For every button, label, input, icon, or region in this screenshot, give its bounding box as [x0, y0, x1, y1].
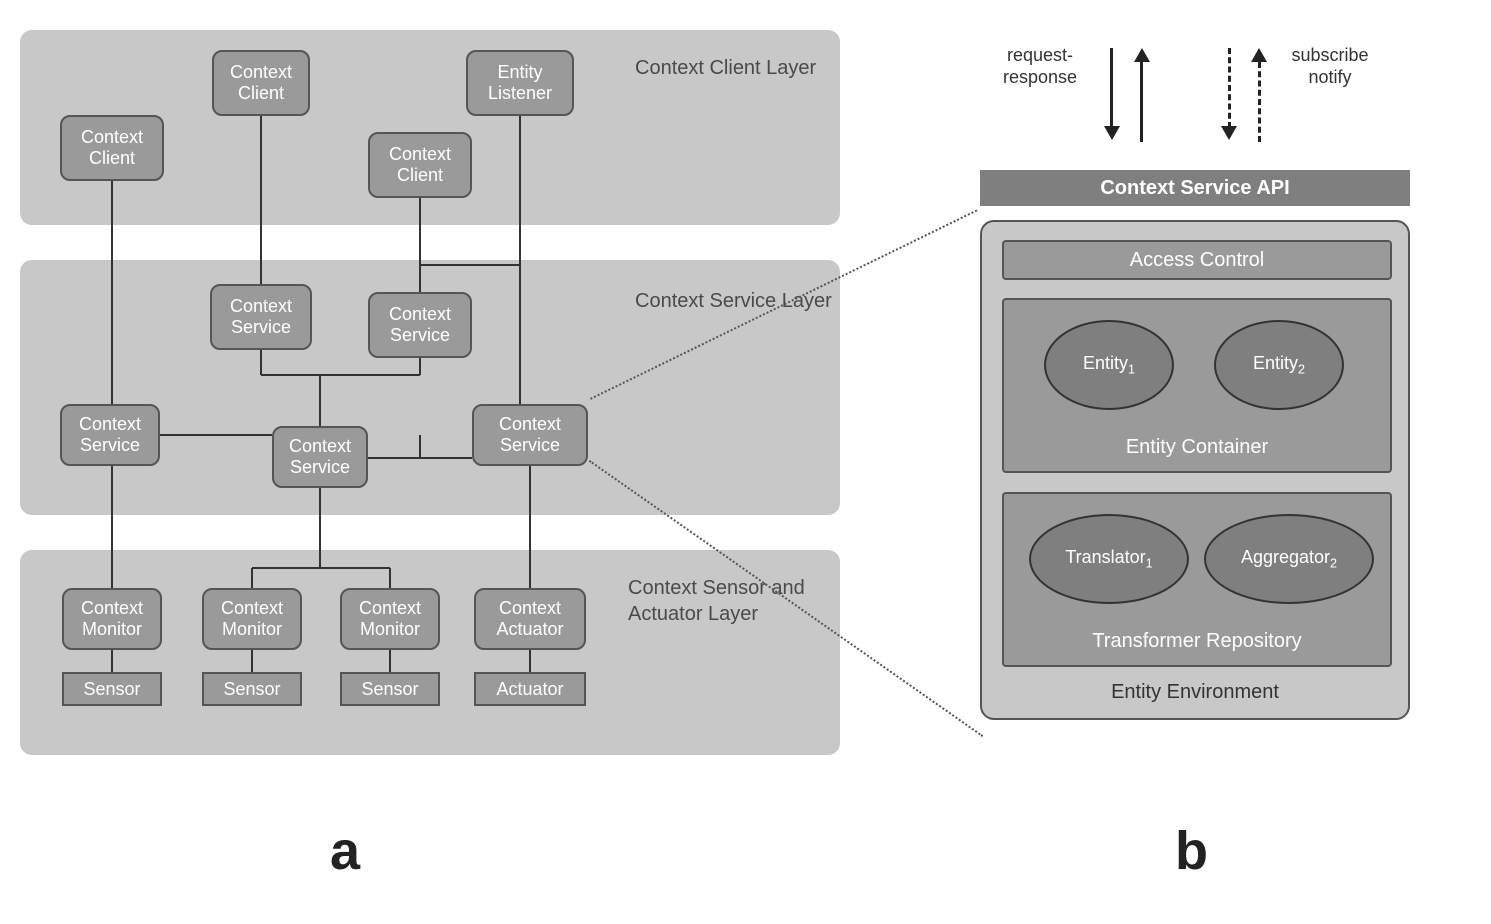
panel-letter-b: b [1175, 820, 1208, 882]
node-sensor-2: Sensor [202, 672, 302, 706]
node-context-monitor-2: Context Monitor [202, 588, 302, 650]
node-cc1-text: Context Client [66, 127, 158, 168]
panel-letter-a: a [330, 820, 360, 882]
node-context-actuator: Context Actuator [474, 588, 586, 650]
node-s2-text: Sensor [223, 679, 280, 700]
layer-sensor-text: Context Sensor and Actuator Layer [628, 577, 805, 625]
entity-1-text: Entity1 [1083, 353, 1135, 377]
node-cs3-text: Context Service [66, 414, 154, 455]
aggregator-ellipse: Aggregator2 [1204, 514, 1374, 604]
entity-container-box: Entity1 Entity2 Entity Container [1002, 298, 1392, 473]
aggregator-text: Aggregator2 [1241, 547, 1337, 571]
entity-container-label: Entity Container [1004, 436, 1390, 459]
label-subscribe-notify: subscribe notify [1280, 45, 1380, 88]
layer-sensor-label: Context Sensor and Actuator Layer [628, 575, 838, 627]
entity-2-text: Entity2 [1253, 353, 1305, 377]
entity-1-ellipse: Entity1 [1044, 320, 1174, 410]
panel-b: request- response subscribe notify Conte… [980, 30, 1460, 780]
node-cc2-text: Context Client [218, 62, 304, 103]
node-entity-listener: Entity Listener [466, 50, 574, 116]
node-cs2-text: Context Service [374, 304, 466, 345]
layer-client-label: Context Client Layer [635, 55, 835, 81]
label-request-response: request- response [990, 45, 1090, 88]
node-sensor-3: Sensor [340, 672, 440, 706]
node-cs5-text: Context Service [478, 414, 582, 455]
node-s3-text: Sensor [361, 679, 418, 700]
node-context-service-2: Context Service [368, 292, 472, 358]
node-context-client-1: Context Client [60, 115, 164, 181]
node-act-text: Actuator [496, 679, 563, 700]
transformer-repo-box: Translator1 Aggregator2 Transformer Repo… [1002, 492, 1392, 667]
node-context-monitor-1: Context Monitor [62, 588, 162, 650]
node-cs1-text: Context Service [216, 296, 306, 337]
entity-environment-box: Access Control Entity1 Entity2 Entity Co… [980, 220, 1410, 720]
node-cs4-text: Context Service [278, 436, 362, 477]
node-cm2-text: Context Monitor [208, 598, 296, 639]
node-context-service-4: Context Service [272, 426, 368, 488]
api-text: Context Service API [1100, 177, 1289, 200]
context-service-api-bar: Context Service API [980, 170, 1410, 206]
entity-environment-label: Entity Environment [982, 681, 1408, 704]
node-cm3-text: Context Monitor [346, 598, 434, 639]
access-control-text: Access Control [1130, 249, 1265, 272]
node-context-service-1: Context Service [210, 284, 312, 350]
node-context-client-3: Context Client [368, 132, 472, 198]
panel-a: Context Client Layer Context Service Lay… [20, 30, 920, 780]
layer-client-text: Context Client Layer [635, 57, 816, 79]
node-context-monitor-3: Context Monitor [340, 588, 440, 650]
node-ca-text: Context Actuator [480, 598, 580, 639]
node-el-text: Entity Listener [472, 62, 568, 103]
node-context-service-5: Context Service [472, 404, 588, 466]
node-sensor-1: Sensor [62, 672, 162, 706]
node-s1-text: Sensor [83, 679, 140, 700]
node-context-client-2: Context Client [212, 50, 310, 116]
access-control-box: Access Control [1002, 240, 1392, 280]
entity-2-ellipse: Entity2 [1214, 320, 1344, 410]
node-context-service-3: Context Service [60, 404, 160, 466]
transformer-repo-label: Transformer Repository [1004, 630, 1390, 653]
translator-text: Translator1 [1065, 547, 1152, 571]
node-cm1-text: Context Monitor [68, 598, 156, 639]
node-cc3-text: Context Client [374, 144, 466, 185]
node-actuator: Actuator [474, 672, 586, 706]
translator-ellipse: Translator1 [1029, 514, 1189, 604]
